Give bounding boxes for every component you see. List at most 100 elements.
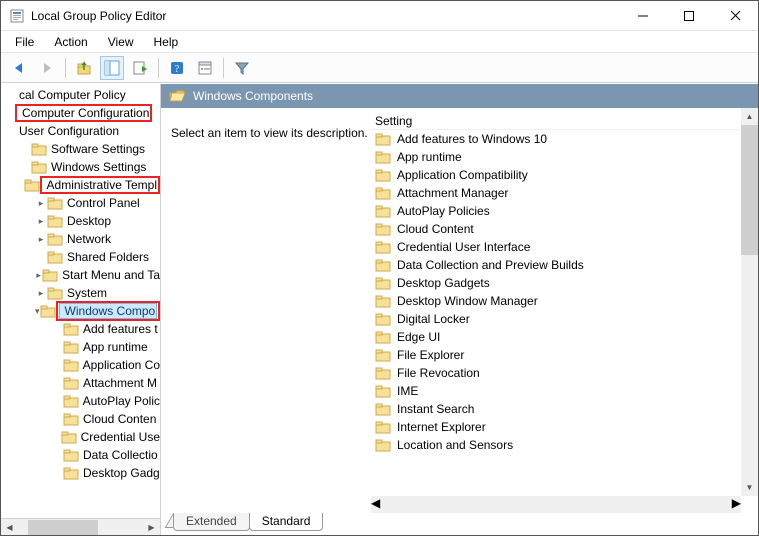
menu-view[interactable]: View (100, 33, 142, 51)
tree-item-label: Network (67, 232, 111, 246)
list-item[interactable]: App runtime (371, 148, 740, 166)
properties-button[interactable] (193, 56, 217, 80)
up-level-button[interactable] (72, 56, 96, 80)
folder-icon (61, 429, 77, 445)
tab-standard[interactable]: Standard (249, 513, 324, 531)
list-item[interactable]: Application Compatibility (371, 166, 740, 184)
help-button[interactable]: ? (165, 56, 189, 80)
tree-item[interactable]: Cloud Conten (1, 410, 160, 428)
menu-action[interactable]: Action (46, 33, 95, 51)
tree-item[interactable]: AutoPlay Polic (1, 392, 160, 410)
folder-icon (63, 465, 79, 481)
tree-item[interactable]: ▸Control Panel (1, 194, 160, 212)
minimize-button[interactable] (620, 1, 666, 30)
expand-closed-icon[interactable]: ▸ (35, 270, 42, 281)
tree-item[interactable]: Shared Folders (1, 248, 160, 266)
scroll-down-icon[interactable]: ▼ (741, 479, 758, 496)
detail-body: Select an item to view its description. … (161, 108, 758, 513)
list-item[interactable]: File Explorer (371, 346, 740, 364)
scroll-track[interactable] (741, 125, 758, 479)
scroll-left-icon[interactable]: ◀ (371, 496, 380, 513)
list-item[interactable]: Attachment Manager (371, 184, 740, 202)
highlight-box: Windows Compo (56, 301, 160, 321)
tree-item[interactable]: ▸ Start Menu and Ta (1, 266, 160, 284)
list-item-label: File Explorer (397, 348, 464, 362)
scroll-track[interactable] (18, 520, 143, 535)
folder-icon (375, 257, 391, 273)
menu-help[interactable]: Help (146, 33, 187, 51)
list-item[interactable]: Digital Locker (371, 310, 740, 328)
scroll-track[interactable] (380, 496, 732, 513)
folder-icon (375, 239, 391, 255)
list-item[interactable]: Location and Sensors (371, 436, 740, 454)
tree-item[interactable]: cal Computer Policy (1, 86, 160, 104)
tree-item[interactable]: Computer Configuration (1, 104, 160, 122)
tree-item[interactable]: App runtime (1, 338, 160, 356)
tree-item[interactable]: Credential Use (1, 428, 160, 446)
folder-icon (375, 383, 391, 399)
back-button[interactable] (7, 56, 31, 80)
list-item[interactable]: File Revocation (371, 364, 740, 382)
tree-item[interactable]: ▸ Network (1, 230, 160, 248)
list-item[interactable]: Cloud Content (371, 220, 740, 238)
show-tree-button[interactable] (100, 56, 124, 80)
tree-item-label: Start Menu and Ta (62, 268, 160, 282)
list-item[interactable]: IME (371, 382, 740, 400)
list-item[interactable]: Edge UI (371, 328, 740, 346)
tree-item[interactable]: ▸Desktop (1, 212, 160, 230)
highlight-box: Administrative Templ (40, 176, 160, 194)
scroll-right-icon[interactable]: ▶ (732, 496, 741, 513)
tree-item[interactable]: Add features t (1, 320, 160, 338)
list-item[interactable]: Internet Explorer (371, 418, 740, 436)
list-item[interactable]: Data Collection and Preview Builds (371, 256, 740, 274)
tree-item[interactable]: ▾Windows Compo (1, 302, 160, 320)
export-button[interactable] (128, 56, 152, 80)
tree-item[interactable]: User Configuration (1, 122, 160, 140)
tab-extended[interactable]: Extended (173, 513, 250, 531)
tree-horizontal-scrollbar[interactable]: ◀ ▶ (1, 518, 160, 535)
settings-list[interactable]: Add features to Windows 10App runtimeApp… (371, 130, 740, 513)
list-item-label: Internet Explorer (397, 420, 486, 434)
forward-button[interactable] (35, 56, 59, 80)
description-pane: Select an item to view its description. (171, 112, 371, 513)
tree-item[interactable]: Application Co (1, 356, 160, 374)
folder-icon (375, 221, 391, 237)
titlebar: Local Group Policy Editor (1, 1, 758, 31)
list-vertical-scrollbar[interactable]: ▲ ▼ (741, 108, 758, 496)
list-item[interactable]: Desktop Gadgets (371, 274, 740, 292)
expand-closed-icon[interactable]: ▸ (35, 234, 47, 245)
filter-button[interactable] (230, 56, 254, 80)
menu-file[interactable]: File (7, 33, 42, 51)
tree-item[interactable]: Windows Settings (1, 158, 160, 176)
tree-item[interactable]: Attachment M (1, 374, 160, 392)
list-horizontal-scrollbar[interactable]: ◀ ▶ (371, 496, 741, 513)
tree-item[interactable]: ▸System (1, 284, 160, 302)
list-item[interactable]: Credential User Interface (371, 238, 740, 256)
list-item[interactable]: Instant Search (371, 400, 740, 418)
expand-closed-icon[interactable]: ▸ (35, 288, 47, 299)
list-item[interactable]: Desktop Window Manager (371, 292, 740, 310)
settings-column-header[interactable]: Setting (371, 112, 740, 130)
folder-icon (375, 185, 391, 201)
folder-icon (42, 267, 58, 283)
tree-item[interactable]: Software Settings (1, 140, 160, 158)
list-item[interactable]: AutoPlay Policies (371, 202, 740, 220)
tree-item[interactable]: Data Collectio (1, 446, 160, 464)
policy-tree[interactable]: cal Computer PolicyComputer Configuratio… (1, 84, 160, 518)
scroll-right-icon[interactable]: ▶ (143, 520, 160, 535)
list-item-label: Cloud Content (397, 222, 474, 236)
maximize-button[interactable] (666, 1, 712, 30)
list-item[interactable]: Add features to Windows 10 (371, 130, 740, 148)
folder-icon (375, 419, 391, 435)
scroll-thumb[interactable] (741, 125, 758, 255)
tree-item[interactable]: Desktop Gadg (1, 464, 160, 482)
scroll-left-icon[interactable]: ◀ (1, 520, 18, 535)
expand-closed-icon[interactable]: ▸ (35, 198, 47, 209)
close-button[interactable] (712, 1, 758, 30)
scroll-up-icon[interactable]: ▲ (741, 108, 758, 125)
scroll-thumb[interactable] (28, 520, 98, 535)
menubar: File Action View Help (1, 31, 758, 53)
tree-item[interactable]: Administrative Templ (1, 176, 160, 194)
expand-closed-icon[interactable]: ▸ (35, 216, 47, 227)
list-item-label: File Revocation (397, 366, 480, 380)
